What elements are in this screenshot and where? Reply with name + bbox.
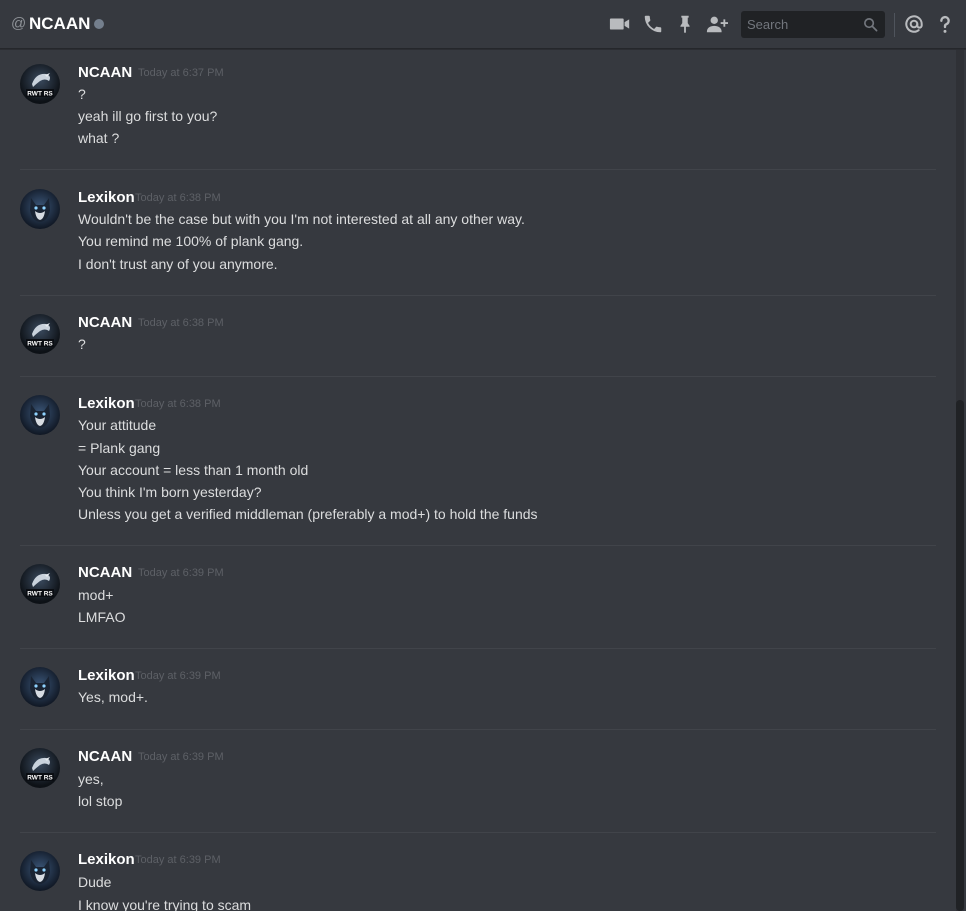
- timestamp: Today at 6:39 PM: [135, 670, 221, 682]
- username[interactable]: NCAAN: [78, 64, 132, 81]
- mention-icon[interactable]: [903, 13, 925, 35]
- avatar-logo-text: RWT RS: [27, 341, 53, 348]
- crow-logo-icon: RWT RS: [26, 73, 54, 98]
- video-call-icon[interactable]: [609, 13, 631, 35]
- avatar[interactable]: RWT RS: [20, 748, 60, 788]
- at-icon: @: [11, 15, 27, 32]
- scrollbar-thumb[interactable]: [956, 400, 964, 911]
- message-divider: [20, 169, 936, 170]
- timestamp: Today at 6:39 PM: [138, 567, 224, 579]
- crow-logo-icon: RWT RS: [26, 757, 54, 782]
- username[interactable]: NCAAN: [78, 748, 132, 765]
- username[interactable]: NCAAN: [78, 564, 132, 581]
- message-line: LMFAO: [78, 609, 126, 625]
- wolf-character-icon: [30, 198, 50, 222]
- message-line: Your account = less than 1 month old: [78, 462, 309, 478]
- avatar[interactable]: [20, 395, 60, 435]
- pin-icon[interactable]: [674, 13, 696, 35]
- wolf-character-icon: [30, 860, 50, 884]
- avatar[interactable]: [20, 851, 60, 891]
- crow-logo-icon: RWT RS: [26, 323, 54, 348]
- username[interactable]: Lexikon: [78, 851, 135, 868]
- message-line: Yes, mod+.: [78, 689, 148, 705]
- help-icon[interactable]: [934, 13, 956, 35]
- avatar-logo-text: RWT RS: [27, 91, 53, 98]
- message-divider: [20, 648, 936, 649]
- timestamp: Today at 6:38 PM: [135, 192, 221, 204]
- channel-header: @ NCAAN: [0, 0, 966, 49]
- username[interactable]: NCAAN: [78, 314, 132, 331]
- message-divider: [20, 729, 936, 730]
- search-box[interactable]: [741, 11, 885, 38]
- username[interactable]: Lexikon: [78, 189, 135, 206]
- timestamp: Today at 6:38 PM: [138, 317, 224, 329]
- search-icon[interactable]: [863, 17, 878, 32]
- message-line: Wouldn't be the case but with you I'm no…: [78, 211, 525, 227]
- message-line: ?: [78, 336, 86, 352]
- timestamp: Today at 6:39 PM: [135, 854, 221, 866]
- dm-window: @ NCAAN Search RWT RS NCAAN Today at 6:3…: [0, 0, 966, 911]
- timestamp: Today at 6:38 PM: [135, 398, 221, 410]
- avatar[interactable]: [20, 189, 60, 229]
- message-line: You think I'm born yesterday?: [78, 484, 262, 500]
- timestamp: Today at 6:37 PM: [138, 67, 224, 79]
- voice-call-icon[interactable]: [642, 13, 664, 35]
- avatar[interactable]: [20, 667, 60, 707]
- message-divider: [20, 545, 936, 546]
- avatar-logo-text: RWT RS: [27, 591, 53, 598]
- add-friend-icon[interactable]: [706, 13, 728, 35]
- wolf-character-icon: [30, 404, 50, 428]
- message-line: yes,: [78, 771, 104, 787]
- offline-status-dot: [94, 19, 104, 29]
- message-line: what ?: [78, 130, 120, 146]
- search-input[interactable]: [741, 11, 857, 38]
- avatar[interactable]: RWT RS: [20, 564, 60, 604]
- username[interactable]: Lexikon: [78, 667, 135, 684]
- message-divider: [20, 832, 936, 833]
- message-line: Your attitude: [78, 417, 157, 433]
- username[interactable]: Lexikon: [78, 395, 135, 412]
- channel-name: NCAAN: [29, 14, 91, 33]
- message-line: yeah ill go first to you?: [78, 108, 218, 124]
- header-divider: [894, 13, 895, 37]
- message-line: Dude: [78, 874, 112, 890]
- crow-logo-icon: RWT RS: [26, 573, 54, 598]
- message-line: ?: [78, 86, 86, 102]
- timestamp: Today at 6:39 PM: [138, 751, 224, 763]
- message-line: I know you're trying to scam: [78, 897, 252, 911]
- avatar-logo-text: RWT RS: [27, 775, 53, 782]
- message-line: You remind me 100% of plank gang.: [78, 233, 304, 249]
- wolf-character-icon: [30, 676, 50, 700]
- message-list: RWT RS NCAAN Today at 6:37 PM ? yeah ill…: [0, 50, 952, 911]
- message-divider: [20, 376, 936, 377]
- message-line: mod+: [78, 587, 114, 603]
- avatar[interactable]: RWT RS: [20, 314, 60, 354]
- avatar[interactable]: RWT RS: [20, 64, 60, 104]
- message-line: Unless you get a verified middleman (pre…: [78, 506, 538, 522]
- message-line: lol stop: [78, 793, 123, 809]
- message-line: = Plank gang: [78, 440, 161, 456]
- message-line: I don't trust any of you anymore.: [78, 256, 278, 272]
- message-divider: [20, 295, 936, 296]
